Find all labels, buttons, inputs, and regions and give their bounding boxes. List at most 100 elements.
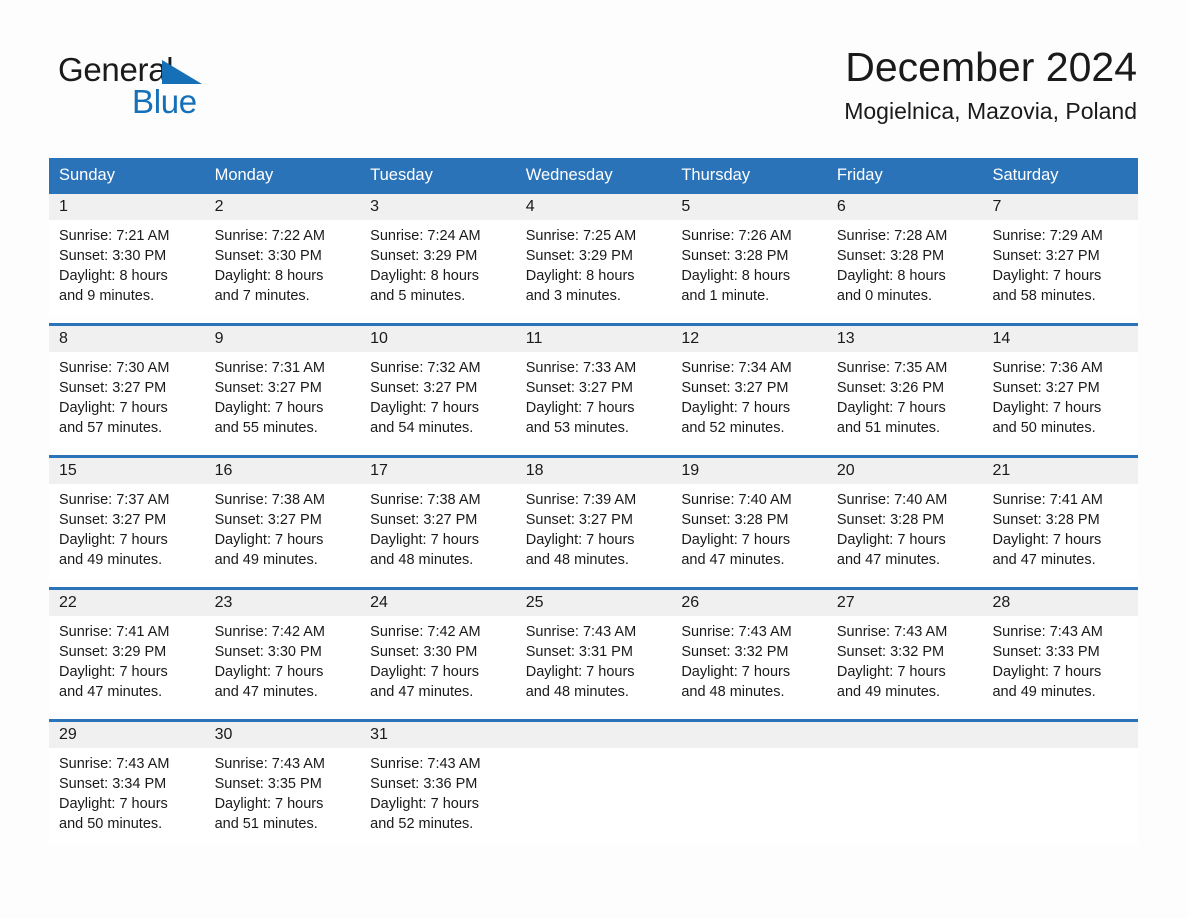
sunrise-time: Sunrise: 7:35 AM: [836, 360, 948, 376]
daylight-duration-line1: Daylight: 8 hours: [681, 268, 791, 284]
sunset-time: Sunset: 3:30 PM: [214, 644, 322, 660]
daylight-duration-line2: and 52 minutes.: [370, 816, 474, 832]
sunrise-time: Sunrise: 7:32 AM: [370, 360, 481, 376]
day-number: 25: [515, 590, 672, 616]
daylight-duration-line2: and 51 minutes.: [836, 420, 941, 436]
sunset-time: Sunset: 3:29 PM: [525, 248, 633, 264]
day-details: Sunrise: 7:25 AM Sunset: 3:29 PM Daylight:…: [516, 220, 672, 316]
day-details: Sunrise: 7:21 AM Sunset: 3:30 PM Daylight:…: [49, 220, 205, 316]
sunset-time: Sunset: 3:30 PM: [370, 644, 478, 660]
daylight-duration-line1: Daylight: 7 hours: [59, 664, 168, 680]
daylight-duration-line2: and 49 minutes.: [59, 552, 163, 568]
calendar-day-cell[interactable]: 24 Sunrise: 7:42 AM Sunset: 3:30 PM Dayligh…: [360, 590, 516, 712]
day-number: 11: [515, 326, 672, 352]
day-details: Sunrise: 7:43 AM Sunset: 3:36 PM Daylight:…: [360, 748, 516, 844]
daylight-duration-line1: Daylight: 8 hours: [525, 268, 635, 284]
weekday-header-sunday: Sunday: [59, 166, 115, 184]
daylight-duration-line1: Daylight: 7 hours: [370, 664, 479, 680]
calendar-day-cell[interactable]: 18 Sunrise: 7:39 AM Sunset: 3:27 PM Dayligh…: [515, 458, 672, 580]
daylight-duration-line2: and 50 minutes.: [59, 816, 163, 832]
day-details: Sunrise: 7:31 AM Sunset: 3:27 PM Daylight:…: [205, 352, 361, 448]
daylight-duration-line1: Daylight: 7 hours: [992, 400, 1102, 416]
calendar-day-cell[interactable]: 5 Sunrise: 7:26 AM Sunset: 3:28 PM Daylight…: [671, 194, 827, 316]
calendar-day-cell[interactable]: 4 Sunrise: 7:25 AM Sunset: 3:29 PM Daylight…: [515, 194, 672, 316]
calendar-day-cell[interactable]: 29 Sunrise: 7:43 AM Sunset: 3:34 PM Dayligh…: [49, 722, 205, 844]
daylight-duration-line2: and 47 minutes.: [836, 552, 941, 568]
calendar-day-cell[interactable]: 13 Sunrise: 7:35 AM Sunset: 3:26 PM Dayligh…: [826, 326, 983, 448]
day-number: 28: [982, 590, 1139, 616]
day-details: Sunrise: 7:43 AM Sunset: 3:32 PM Daylight:…: [827, 616, 983, 712]
day-details: [671, 748, 827, 764]
calendar-day-cell-empty: [826, 722, 983, 844]
calendar-day-cell-empty: [515, 722, 672, 844]
sunset-time: Sunset: 3:27 PM: [214, 512, 322, 528]
calendar-day-cell[interactable]: 28 Sunrise: 7:43 AM Sunset: 3:33 PM Dayligh…: [982, 590, 1139, 712]
sunrise-time: Sunrise: 7:26 AM: [681, 228, 792, 244]
calendar-day-cell[interactable]: 9 Sunrise: 7:31 AM Sunset: 3:27 PM Daylight…: [204, 326, 361, 448]
calendar-day-cell-empty: [671, 722, 827, 844]
calendar-day-cell[interactable]: 26 Sunrise: 7:43 AM Sunset: 3:32 PM Dayligh…: [671, 590, 827, 712]
day-number: [826, 722, 983, 748]
sunset-time: Sunset: 3:35 PM: [214, 776, 322, 792]
calendar-day-cell[interactable]: 6 Sunrise: 7:28 AM Sunset: 3:28 PM Daylight…: [826, 194, 983, 316]
calendar-day-cell[interactable]: 16 Sunrise: 7:38 AM Sunset: 3:27 PM Dayligh…: [204, 458, 361, 580]
day-number: 27: [826, 590, 983, 616]
calendar-day-cell[interactable]: 20 Sunrise: 7:40 AM Sunset: 3:28 PM Dayligh…: [826, 458, 983, 580]
daylight-duration-line2: and 53 minutes.: [525, 420, 629, 436]
daylight-duration-line2: and 52 minutes.: [681, 420, 785, 436]
day-number: 23: [204, 590, 361, 616]
sunrise-time: Sunrise: 7:29 AM: [992, 228, 1103, 244]
daylight-duration-line1: Daylight: 8 hours: [214, 268, 324, 284]
sunset-time: Sunset: 3:29 PM: [370, 248, 478, 264]
calendar-day-cell[interactable]: 21 Sunrise: 7:41 AM Sunset: 3:28 PM Dayligh…: [982, 458, 1139, 580]
calendar-day-cell[interactable]: 27 Sunrise: 7:43 AM Sunset: 3:32 PM Dayligh…: [826, 590, 983, 712]
daylight-duration-line2: and 54 minutes.: [370, 420, 474, 436]
daylight-duration-line2: and 0 minutes.: [836, 288, 933, 304]
sunset-time: Sunset: 3:28 PM: [836, 248, 945, 264]
calendar-day-cell[interactable]: 23 Sunrise: 7:42 AM Sunset: 3:30 PM Dayligh…: [204, 590, 361, 712]
daylight-duration-line1: Daylight: 7 hours: [836, 400, 946, 416]
calendar-day-cell[interactable]: 17 Sunrise: 7:38 AM Sunset: 3:27 PM Dayligh…: [360, 458, 516, 580]
sunrise-time: Sunrise: 7:37 AM: [59, 492, 170, 508]
calendar-day-cell[interactable]: 31 Sunrise: 7:43 AM Sunset: 3:36 PM Dayligh…: [360, 722, 516, 844]
calendar-week-row: 22 Sunrise: 7:41 AM Sunset: 3:29 PM Dayligh…: [49, 587, 1139, 712]
daylight-duration-line2: and 49 minutes.: [836, 684, 941, 700]
daylight-duration-line2: and 48 minutes.: [370, 552, 474, 568]
day-details: Sunrise: 7:41 AM Sunset: 3:29 PM Daylight:…: [49, 616, 205, 712]
daylight-duration-line1: Daylight: 7 hours: [59, 796, 168, 812]
calendar-day-cell[interactable]: 2 Sunrise: 7:22 AM Sunset: 3:30 PM Daylight…: [204, 194, 361, 316]
logo-text-blue: Blue: [132, 83, 197, 120]
sunset-time: Sunset: 3:27 PM: [525, 512, 633, 528]
daylight-duration-line1: Daylight: 7 hours: [992, 664, 1102, 680]
calendar-day-cell[interactable]: 25 Sunrise: 7:43 AM Sunset: 3:31 PM Dayligh…: [515, 590, 672, 712]
calendar-day-cell[interactable]: 30 Sunrise: 7:43 AM Sunset: 3:35 PM Dayligh…: [204, 722, 361, 844]
sunrise-time: Sunrise: 7:28 AM: [836, 228, 948, 244]
sunrise-time: Sunrise: 7:38 AM: [370, 492, 481, 508]
calendar-day-cell[interactable]: 1 Sunrise: 7:21 AM Sunset: 3:30 PM Daylight…: [49, 194, 205, 316]
daylight-duration-line1: Daylight: 7 hours: [214, 400, 324, 416]
calendar-weeks: 1 Sunrise: 7:21 AM Sunset: 3:30 PM Daylight…: [49, 194, 1139, 844]
day-details: Sunrise: 7:29 AM Sunset: 3:27 PM Daylight:…: [982, 220, 1138, 316]
daylight-duration-line1: Daylight: 7 hours: [59, 532, 168, 548]
calendar-day-cell[interactable]: 8 Sunrise: 7:30 AM Sunset: 3:27 PM Daylight…: [49, 326, 205, 448]
daylight-duration-line2: and 47 minutes.: [370, 684, 474, 700]
calendar-day-cell[interactable]: 22 Sunrise: 7:41 AM Sunset: 3:29 PM Dayligh…: [49, 590, 205, 712]
day-number: 5: [671, 194, 827, 220]
daylight-duration-line2: and 57 minutes.: [59, 420, 163, 436]
calendar-day-cell[interactable]: 15 Sunrise: 7:37 AM Sunset: 3:27 PM Dayligh…: [49, 458, 205, 580]
calendar-day-cell[interactable]: 11 Sunrise: 7:33 AM Sunset: 3:27 PM Dayligh…: [515, 326, 672, 448]
calendar-day-cell[interactable]: 7 Sunrise: 7:29 AM Sunset: 3:27 PM Daylight…: [982, 194, 1139, 316]
daylight-duration-line2: and 9 minutes.: [59, 288, 155, 304]
sunset-time: Sunset: 3:26 PM: [836, 380, 945, 396]
calendar-day-cell[interactable]: 10 Sunrise: 7:32 AM Sunset: 3:27 PM Dayligh…: [360, 326, 516, 448]
day-number: 2: [204, 194, 361, 220]
calendar-day-cell[interactable]: 19 Sunrise: 7:40 AM Sunset: 3:28 PM Dayligh…: [671, 458, 827, 580]
daylight-duration-line1: Daylight: 7 hours: [525, 532, 635, 548]
calendar-day-cell[interactable]: 14 Sunrise: 7:36 AM Sunset: 3:27 PM Dayligh…: [982, 326, 1139, 448]
daylight-duration-line2: and 48 minutes.: [525, 552, 629, 568]
calendar-day-cell[interactable]: 3 Sunrise: 7:24 AM Sunset: 3:29 PM Daylight…: [360, 194, 516, 316]
day-details: Sunrise: 7:43 AM Sunset: 3:34 PM Daylight:…: [49, 748, 205, 844]
daylight-duration-line2: and 5 minutes.: [370, 288, 466, 304]
calendar-day-cell[interactable]: 12 Sunrise: 7:34 AM Sunset: 3:27 PM Dayligh…: [671, 326, 827, 448]
day-number: 21: [982, 458, 1139, 484]
